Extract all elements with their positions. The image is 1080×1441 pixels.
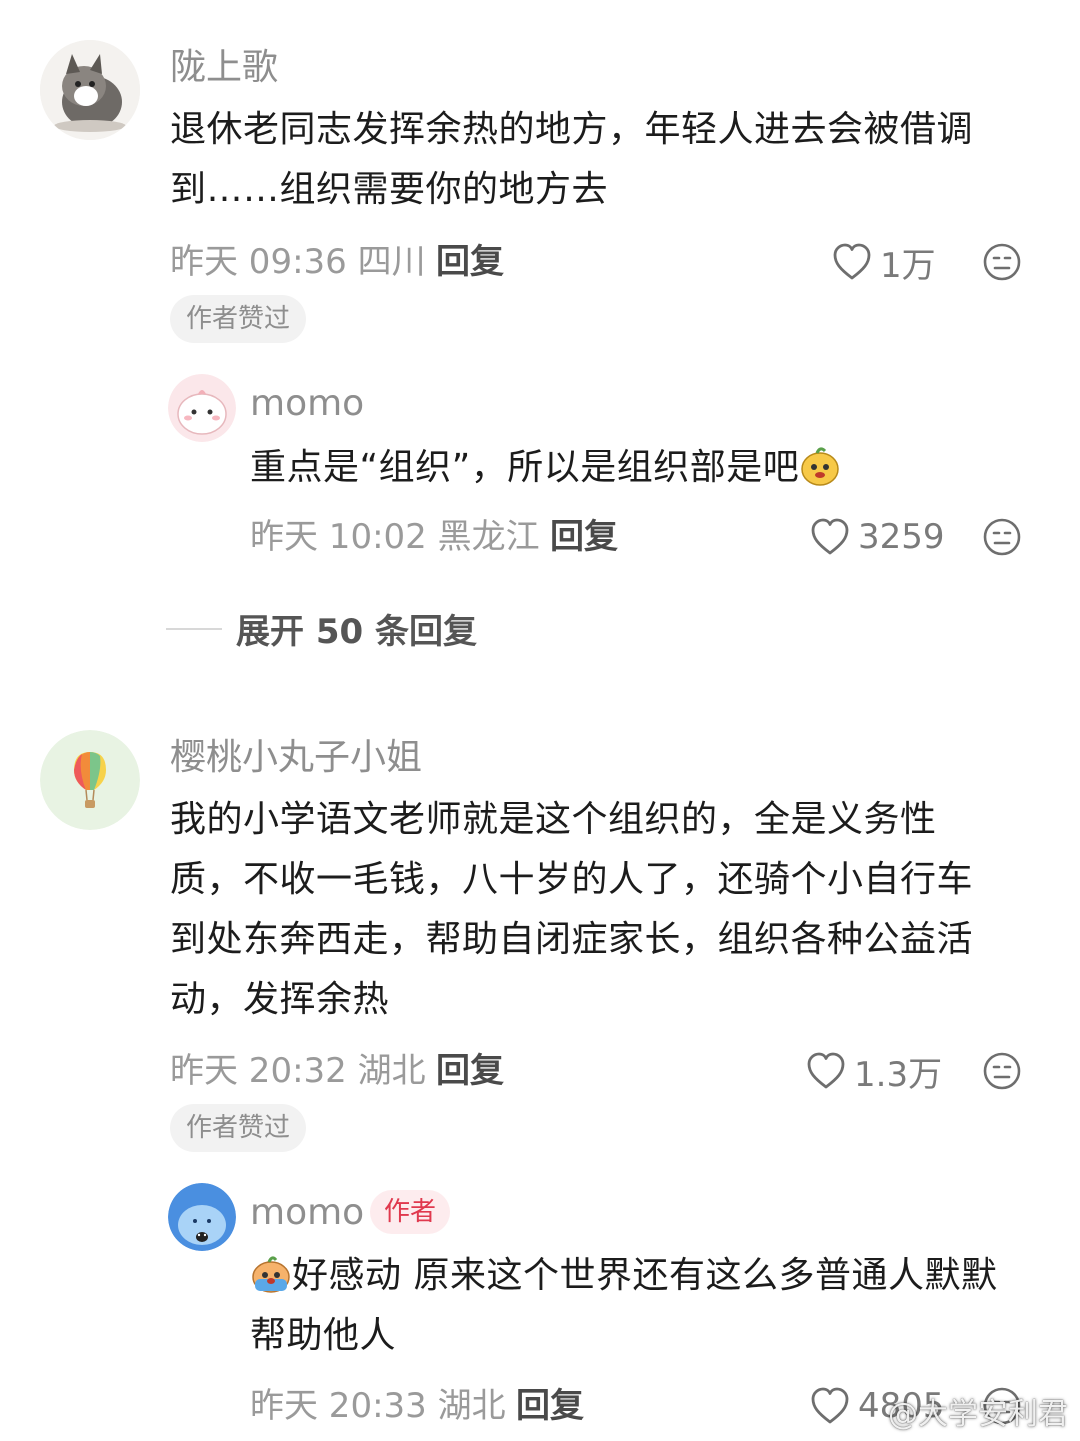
watermark: @大学安利君 xyxy=(888,1397,1068,1432)
reply-button[interactable]: 回复 xyxy=(516,1384,584,1428)
comment-line: 好感动 原来这个世界还有这么多普通人默默 xyxy=(250,1246,1040,1306)
avatar[interactable] xyxy=(40,730,140,830)
heart-outline-icon xyxy=(811,1387,849,1424)
author-liked-badge: 作者赞过 xyxy=(170,1104,307,1152)
avatar[interactable] xyxy=(168,1183,236,1251)
reply-button[interactable]: 回复 xyxy=(550,515,618,559)
reply-text-line: 好感动 原来这个世界还有这么多普通人默默 xyxy=(292,1255,998,1296)
meh-face-icon[interactable] xyxy=(982,517,1022,557)
comment-line: 到处东奔西走，帮助自闭症家长，组织各种公益活 xyxy=(170,919,974,960)
reply-button[interactable]: 回复 xyxy=(436,1049,504,1093)
comment-meta: 昨天 20:32 湖北 xyxy=(170,1051,426,1091)
heart-outline-icon xyxy=(833,243,871,280)
username[interactable]: momo xyxy=(250,1191,364,1235)
avatar[interactable] xyxy=(168,374,236,442)
username[interactable]: 陇上歌 xyxy=(170,46,278,90)
divider-line xyxy=(166,627,222,630)
avatar[interactable] xyxy=(40,40,140,140)
reply-text: 好感动 原来这个世界还有这么多普通人默默 帮助他人 xyxy=(250,1246,1040,1366)
comment-line: 质，不收一毛钱，八十岁的人了，还骑个小自行车 xyxy=(170,859,974,900)
heart-outline-icon xyxy=(811,518,849,555)
meh-face-icon[interactable] xyxy=(982,242,1022,282)
username[interactable]: momo xyxy=(250,382,364,426)
expand-replies-button[interactable]: 展开 50 条回复 xyxy=(166,604,477,653)
reply-button[interactable]: 回复 xyxy=(436,240,504,284)
reply-text-content: 重点是“组织”，所以是组织部是吧 xyxy=(250,447,800,488)
comment-line: 动，发挥余热 xyxy=(170,979,390,1020)
expand-replies-label: 展开 50 条回复 xyxy=(236,612,477,652)
like-button[interactable]: 1.3万 xyxy=(806,1049,943,1095)
reply-text: 重点是“组织”，所以是组织部是吧 xyxy=(250,438,1030,498)
comment-line: 我的小学语文老师就是这个组织的，全是义务性 xyxy=(170,799,937,840)
author-liked-badge: 作者赞过 xyxy=(170,295,307,343)
like-button[interactable]: 3259 xyxy=(810,515,945,559)
username[interactable]: 樱桃小丸子小姐 xyxy=(170,736,422,780)
comment-text: 我的小学语文老师就是这个组织的，全是义务性 质，不收一毛钱，八十岁的人了，还骑个… xyxy=(170,790,1050,1030)
reply-meta: 昨天 10:02 黑龙江 xyxy=(250,517,540,557)
comment-line: 帮助他人 xyxy=(250,1315,397,1356)
reply-meta: 昨天 20:33 湖北 xyxy=(250,1386,506,1426)
like-count: 3259 xyxy=(858,517,945,557)
like-count: 1万 xyxy=(880,245,936,286)
comment-meta: 昨天 09:36 四川 xyxy=(170,242,426,282)
comment-line: 到……组织需要你的地方去 xyxy=(170,169,609,210)
author-badge: 作者 xyxy=(370,1190,451,1234)
comment-line: 退休老同志发挥余热的地方，年轻人进去会被借调 xyxy=(170,109,974,150)
like-count: 1.3万 xyxy=(854,1054,943,1095)
potato-face-emoji-icon xyxy=(801,447,840,486)
heart-outline-icon xyxy=(807,1052,845,1089)
meh-face-icon[interactable] xyxy=(982,1051,1022,1091)
like-button[interactable]: 1万 xyxy=(832,240,936,286)
comment-text: 退休老同志发挥余热的地方，年轻人进去会被借调 到……组织需要你的地方去 xyxy=(170,100,1050,220)
crying-potato-emoji-icon xyxy=(252,1256,290,1293)
